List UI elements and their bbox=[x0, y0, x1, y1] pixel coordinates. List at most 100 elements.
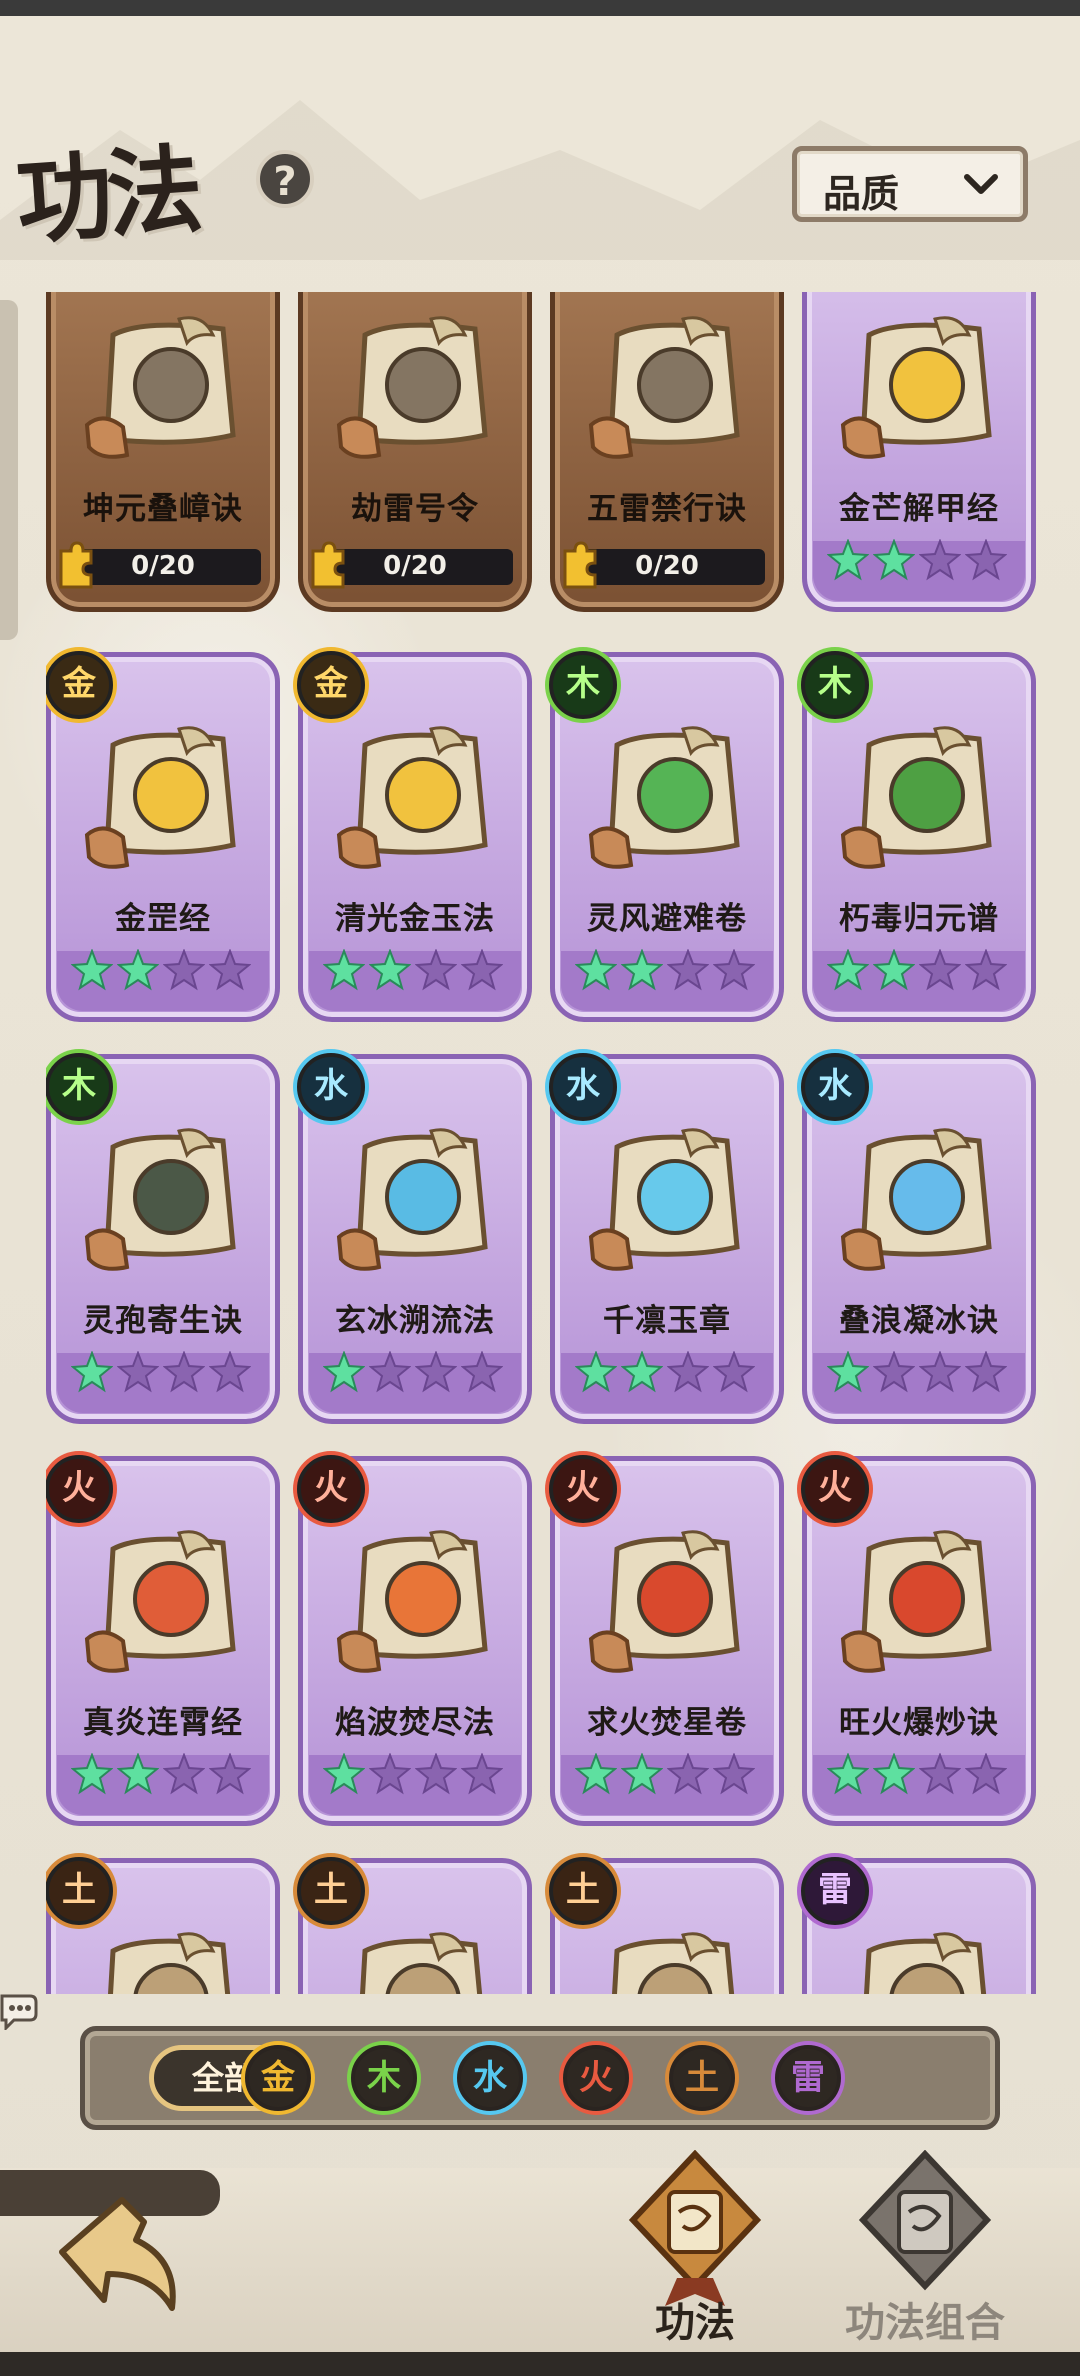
dragon-frame-scroll-icon bbox=[336, 316, 488, 459]
partial-scroll-icon bbox=[864, 1932, 987, 1994]
star-lit-icon bbox=[369, 949, 411, 991]
technique-card[interactable]: 雷 bbox=[801, 1857, 1036, 1994]
partial-scroll-icon bbox=[360, 1932, 483, 1994]
star-dim-icon bbox=[965, 949, 1007, 991]
chevron-down-icon bbox=[964, 174, 998, 194]
leaf-scroll-icon bbox=[588, 726, 740, 869]
technique-card[interactable]: 火焰波焚尽法 bbox=[297, 1455, 532, 1826]
nav-tab-technique-combo[interactable]: 功法组合 bbox=[830, 2150, 1020, 2350]
chat-bubble-icon[interactable] bbox=[0, 1990, 40, 2030]
star-rating bbox=[71, 1351, 261, 1401]
flame-wave-scroll-icon bbox=[336, 1530, 488, 1673]
technique-card[interactable]: 五雷禁行诀 0/20 bbox=[550, 292, 784, 612]
star-dim-icon bbox=[919, 539, 961, 581]
star-rating bbox=[575, 1351, 765, 1401]
help-button[interactable]: ? bbox=[256, 150, 314, 208]
filter-earth-button[interactable]: 土 bbox=[669, 2045, 735, 2111]
fragment-progress-text: 0/20 bbox=[383, 551, 447, 581]
star-rating bbox=[575, 1753, 765, 1803]
dragon-frame-scroll-icon bbox=[588, 316, 740, 459]
element-badge-earth: 土 bbox=[297, 1857, 365, 1925]
star-lit-icon bbox=[323, 949, 365, 991]
gold-ring-scroll-icon bbox=[336, 726, 488, 869]
side-drawer-handle[interactable] bbox=[0, 300, 18, 640]
star-lit-icon bbox=[621, 949, 663, 991]
technique-card[interactable]: 土 bbox=[549, 1857, 784, 1994]
element-badge-wood: 木 bbox=[549, 651, 617, 719]
technique-card[interactable]: 土 bbox=[297, 1857, 532, 1994]
nav-tab-technique-label: 功法 bbox=[655, 2300, 735, 2346]
star-dim-icon bbox=[209, 949, 251, 991]
technique-name: 玄冰溯流法 bbox=[335, 1303, 495, 1339]
star-dim-icon bbox=[163, 1351, 205, 1393]
ice-scroll-icon bbox=[588, 1128, 740, 1271]
filter-gold-button[interactable]: 金 bbox=[245, 2045, 311, 2111]
technique-card[interactable]: 土 bbox=[46, 1857, 280, 1994]
fragment-progress: 0/20 bbox=[311, 541, 513, 589]
filter-water-button[interactable]: 水 bbox=[457, 2045, 523, 2111]
star-lit-icon bbox=[873, 539, 915, 581]
technique-card-grid: 坤元叠嶂诀 0/20 劫雷号令 0/20 五雷禁行诀 0/20 金芒解甲经金金罡经金清光金玉… bbox=[46, 292, 1042, 1994]
star-dim-icon bbox=[919, 1351, 961, 1393]
star-lit-icon bbox=[575, 1351, 617, 1393]
technique-card[interactable]: 金芒解甲经 bbox=[802, 292, 1036, 612]
star-dim-icon bbox=[461, 949, 503, 991]
fire-fist-scroll-icon bbox=[588, 1530, 740, 1673]
technique-card[interactable]: 火真炎连霄经 bbox=[46, 1455, 280, 1826]
filter-thunder-button[interactable]: 雷 bbox=[775, 2045, 841, 2111]
filter-fire-button[interactable]: 火 bbox=[563, 2045, 629, 2111]
technique-card[interactable]: 水叠浪凝冰诀 bbox=[801, 1053, 1036, 1424]
star-lit-icon bbox=[873, 949, 915, 991]
poison-scroll-icon bbox=[840, 726, 992, 869]
star-lit-icon bbox=[323, 1753, 365, 1795]
star-lit-icon bbox=[71, 1753, 113, 1795]
spore-scroll-icon bbox=[84, 1128, 236, 1271]
fragment-progress-text: 0/20 bbox=[635, 551, 699, 581]
technique-card[interactable]: 坤元叠嶂诀 0/20 bbox=[46, 292, 280, 612]
star-dim-icon bbox=[209, 1351, 251, 1393]
technique-card[interactable]: 木灵风避难卷 bbox=[549, 651, 784, 1022]
element-badge-fire: 火 bbox=[297, 1455, 365, 1523]
star-lit-icon bbox=[621, 1351, 663, 1393]
star-lit-icon bbox=[827, 949, 869, 991]
technique-card[interactable]: 火旺火爆炒诀 bbox=[801, 1455, 1036, 1826]
star-lit-icon bbox=[827, 1753, 869, 1795]
technique-card[interactable]: 金金罡经 bbox=[46, 651, 280, 1022]
star-dim-icon bbox=[667, 1351, 709, 1393]
star-dim-icon bbox=[713, 1753, 755, 1795]
technique-card[interactable]: 劫雷号令 0/20 bbox=[298, 292, 532, 612]
star-dim-icon bbox=[713, 949, 755, 991]
star-dim-icon bbox=[873, 1351, 915, 1393]
technique-card[interactable]: 水玄冰溯流法 bbox=[297, 1053, 532, 1424]
back-arrow-icon[interactable] bbox=[52, 2182, 202, 2332]
technique-card[interactable]: 木灵孢寄生诀 bbox=[46, 1053, 280, 1424]
technique-name: 叠浪凝冰诀 bbox=[839, 1303, 999, 1339]
technique-name: 金芒解甲经 bbox=[839, 491, 999, 527]
technique-card[interactable]: 木朽毒归元谱 bbox=[801, 651, 1036, 1022]
nav-tab-technique[interactable]: 功法 bbox=[600, 2150, 790, 2350]
star-dim-icon bbox=[369, 1753, 411, 1795]
technique-name: 朽毒归元谱 bbox=[839, 901, 999, 937]
flame-scroll-icon bbox=[84, 1530, 236, 1673]
technique-card[interactable]: 火求火焚星卷 bbox=[549, 1455, 784, 1826]
star-lit-icon bbox=[827, 1351, 869, 1393]
filter-wood-button[interactable]: 木 bbox=[351, 2045, 417, 2111]
sort-quality-dropdown[interactable]: 品质 bbox=[792, 146, 1028, 222]
technique-name: 求火焚星卷 bbox=[587, 1705, 747, 1741]
technique-name: 真炎连霄经 bbox=[83, 1705, 243, 1741]
technique-card[interactable]: 金清光金玉法 bbox=[297, 651, 532, 1022]
element-badge-water: 水 bbox=[549, 1053, 617, 1121]
technique-card[interactable]: 水千凛玉章 bbox=[549, 1053, 784, 1424]
star-dim-icon bbox=[919, 1753, 961, 1795]
star-dim-icon bbox=[461, 1753, 503, 1795]
element-badge-wood: 木 bbox=[801, 651, 869, 719]
star-rating bbox=[827, 539, 1017, 589]
star-dim-icon bbox=[415, 1753, 457, 1795]
star-dim-icon bbox=[965, 1753, 1007, 1795]
combo-scroll-icon bbox=[858, 2150, 992, 2291]
technique-name: 千凛玉章 bbox=[603, 1303, 731, 1339]
partial-scroll-icon bbox=[108, 1932, 231, 1994]
technique-name: 金罡经 bbox=[115, 901, 211, 937]
star-rating bbox=[827, 949, 1017, 999]
star-dim-icon bbox=[163, 1753, 205, 1795]
